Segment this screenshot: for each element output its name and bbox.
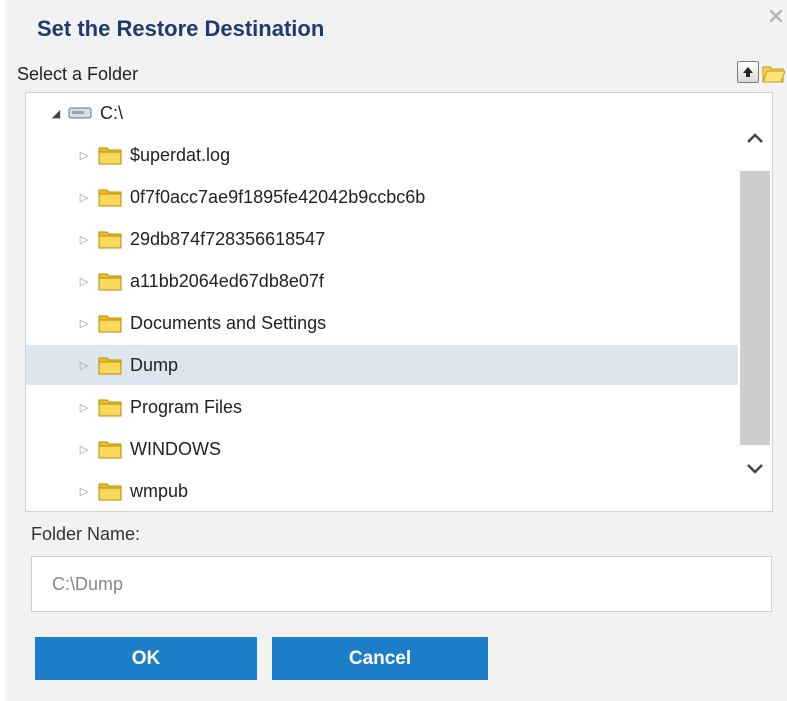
tree-item-label: wmpub (130, 480, 189, 501)
folder-icon (98, 187, 122, 207)
tree-item[interactable]: ▷ Documents and Settings (26, 303, 772, 343)
folder-icon (98, 271, 122, 291)
tree-item[interactable]: ▷ 29db874f728356618547 (26, 219, 772, 259)
folder-tree: ◢ C:\ ▷ $uperdat.log ▷ 0f7f0acc7ae9f1895fe4… (25, 92, 773, 512)
drive-icon (68, 106, 94, 120)
tree-item[interactable]: ▷ Dump (26, 345, 772, 385)
dialog-title: Set the Restore Destination (37, 16, 325, 41)
collapse-toggle-icon[interactable]: ◢ (48, 105, 64, 121)
folder-icon (98, 355, 122, 375)
tree-item[interactable]: ▷ a11bb2064ed67db8e07f (26, 261, 772, 301)
tree-scrollbar[interactable] (738, 93, 772, 511)
folder-name-input[interactable] (31, 556, 772, 612)
expand-toggle-icon[interactable]: ▷ (76, 147, 92, 163)
close-icon[interactable]: ✕ (765, 6, 787, 28)
tree-item-label: a11bb2064ed67db8e07f (130, 270, 324, 291)
tree-item-label: $uperdat.log (130, 144, 231, 165)
tree-item-label: WINDOWS (130, 438, 221, 459)
folder-icon (98, 397, 122, 417)
expand-toggle-icon[interactable]: ▷ (76, 399, 92, 415)
up-arrow-icon[interactable] (737, 61, 759, 83)
select-folder-label: Select a Folder (17, 64, 139, 84)
ok-button[interactable]: OK (35, 637, 257, 680)
folder-picker-toolbar (737, 61, 785, 85)
folder-picker-header: Select a Folder (15, 60, 787, 90)
folder-icon (98, 229, 122, 249)
expand-toggle-icon[interactable]: ▷ (76, 441, 92, 457)
scroll-thumb[interactable] (740, 171, 770, 445)
expand-toggle-icon[interactable]: ▷ (76, 357, 92, 373)
folder-icon (98, 145, 122, 165)
scroll-down-icon[interactable] (738, 449, 772, 489)
restore-destination-dialog: Set the Restore Destination ✕ Select a F… (5, 0, 787, 701)
expand-toggle-icon[interactable]: ▷ (76, 273, 92, 289)
tree-item[interactable]: ▷ wmpub (26, 471, 772, 511)
folder-icon (98, 439, 122, 459)
tree-root-drive[interactable]: ◢ C:\ (26, 93, 760, 133)
expand-toggle-icon[interactable]: ▷ (76, 483, 92, 499)
tree-item-label: Dump (130, 354, 179, 375)
tree-item-label: 0f7f0acc7ae9f1895fe42042b9ccbc6b (130, 186, 426, 207)
tree-item-label: Program Files (130, 396, 243, 417)
expand-toggle-icon[interactable]: ▷ (76, 231, 92, 247)
tree-item-label: Documents and Settings (130, 312, 327, 333)
tree-item[interactable]: ▷ $uperdat.log (26, 135, 772, 175)
folder-icon (98, 313, 122, 333)
expand-toggle-icon[interactable]: ▷ (76, 189, 92, 205)
tree-root-label: C:\ (100, 102, 124, 123)
tree-item[interactable]: ▷ WINDOWS (26, 429, 772, 469)
cancel-button[interactable]: Cancel (272, 637, 488, 680)
folder-name-label: Folder Name: (31, 524, 141, 544)
tree-item[interactable]: ▷ 0f7f0acc7ae9f1895fe42042b9ccbc6b (26, 177, 772, 217)
new-folder-icon[interactable] (761, 61, 785, 85)
scroll-up-icon[interactable] (738, 118, 772, 158)
tree-item-label: 29db874f728356618547 (130, 228, 326, 249)
folder-icon (98, 481, 122, 501)
expand-toggle-icon[interactable]: ▷ (76, 315, 92, 331)
tree-item[interactable]: ▷ Program Files (26, 387, 772, 427)
